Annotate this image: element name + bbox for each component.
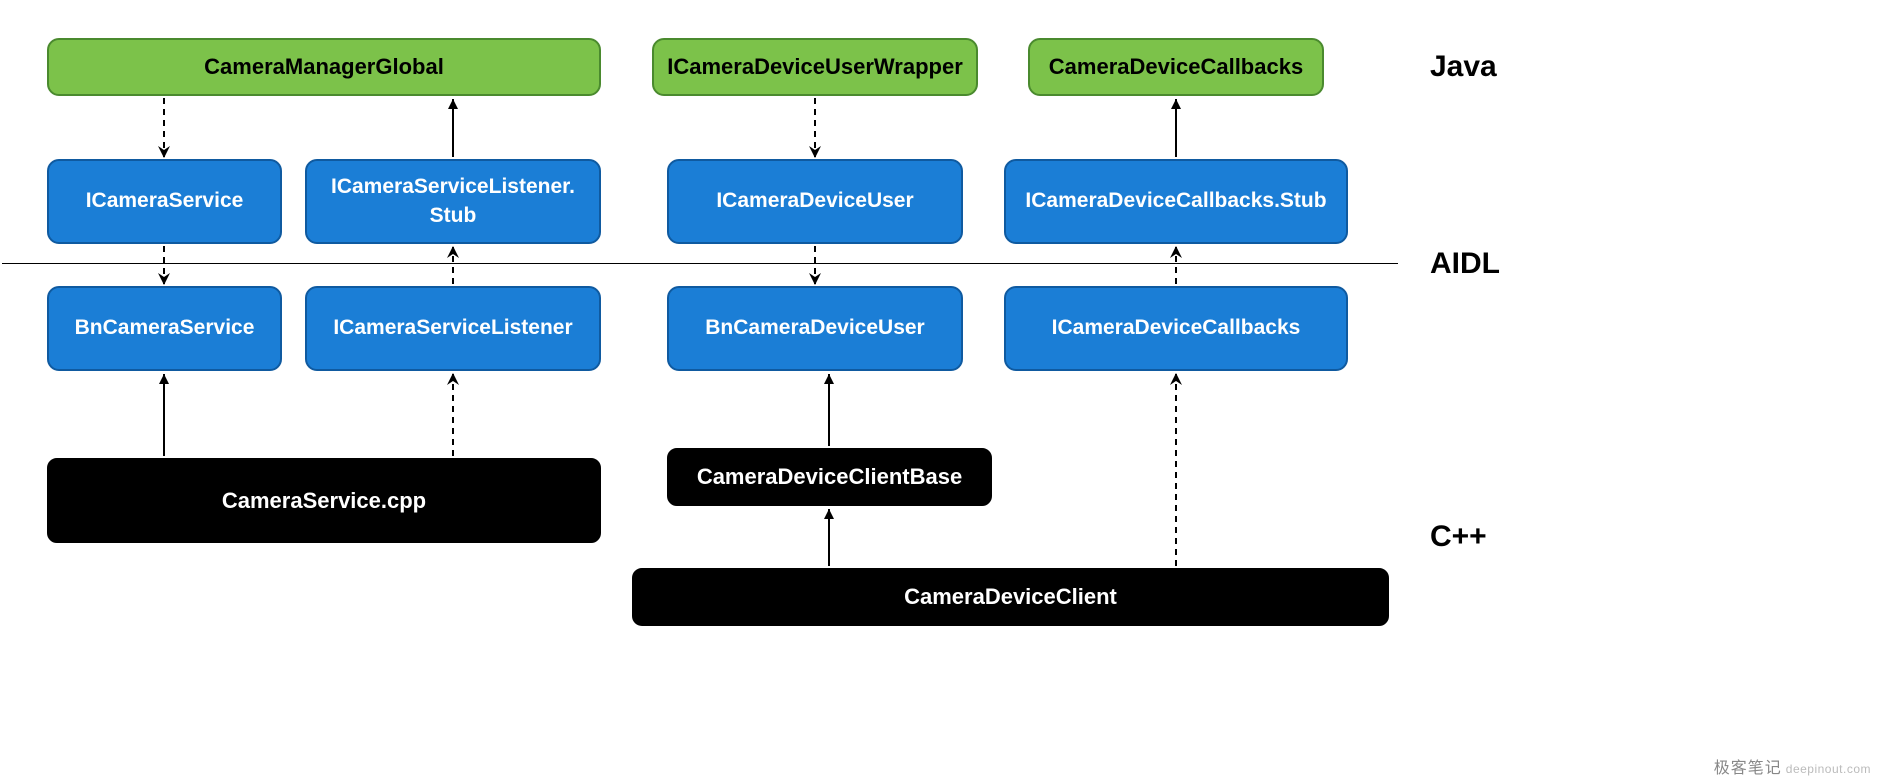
layer-label-aidl: AIDL (1430, 247, 1500, 281)
box-icamera-service-listener-stub: ICameraServiceListener. Stub (305, 159, 601, 244)
box-label: CameraDeviceCallbacks (1049, 52, 1303, 82)
watermark-en: deepinout.com (1786, 762, 1871, 776)
box-label: CameraDeviceClientBase (697, 462, 962, 492)
watermark-zh: 极客笔记 (1714, 760, 1782, 777)
box-label: ICameraDeviceCallbacks (1052, 314, 1301, 342)
box-bn-camera-device-user: BnCameraDeviceUser (667, 286, 963, 371)
box-icamera-service: ICameraService (47, 159, 282, 244)
arrows-layer (0, 0, 1879, 782)
box-icamera-service-listener: ICameraServiceListener (305, 286, 601, 371)
box-camera-manager-global: CameraManagerGlobal (47, 38, 601, 96)
layer-label-java: Java (1430, 50, 1497, 84)
box-icamera-device-callbacks: ICameraDeviceCallbacks (1004, 286, 1348, 371)
box-label: CameraService.cpp (222, 486, 426, 516)
box-label: ICameraServiceListener (333, 314, 572, 342)
box-label: ICameraDeviceUserWrapper (667, 52, 963, 82)
box-label: ICameraDeviceCallbacks.Stub (1025, 187, 1326, 215)
box-bn-camera-service: BnCameraService (47, 286, 282, 371)
aidl-divider (2, 263, 1398, 264)
box-icamera-device-callbacks-stub: ICameraDeviceCallbacks.Stub (1004, 159, 1348, 244)
watermark: 极客笔记 deepinout.com (1714, 754, 1871, 778)
box-label: CameraDeviceClient (904, 582, 1117, 612)
box-camera-service-cpp: CameraService.cpp (47, 458, 601, 543)
layer-label-cpp: C++ (1430, 520, 1487, 554)
box-label: BnCameraDeviceUser (705, 314, 924, 342)
box-icamera-device-user: ICameraDeviceUser (667, 159, 963, 244)
box-label: ICameraDeviceUser (716, 187, 913, 215)
box-label: CameraManagerGlobal (204, 52, 444, 82)
box-camera-device-client-base: CameraDeviceClientBase (667, 448, 992, 506)
box-label: ICameraServiceListener. Stub (331, 173, 575, 230)
box-icamera-device-user-wrapper: ICameraDeviceUserWrapper (652, 38, 978, 96)
box-camera-device-client: CameraDeviceClient (632, 568, 1389, 626)
box-label: ICameraService (86, 187, 244, 215)
box-label: BnCameraService (75, 314, 255, 342)
box-camera-device-callbacks: CameraDeviceCallbacks (1028, 38, 1324, 96)
